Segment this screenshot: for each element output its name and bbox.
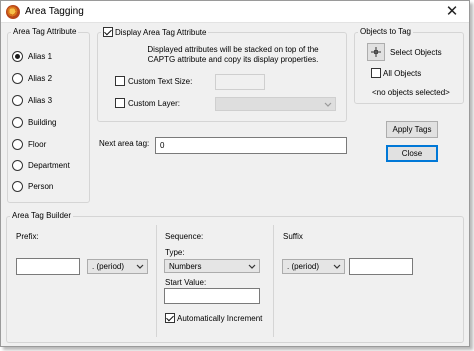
- radio-alias-3-button[interactable]: [12, 95, 23, 106]
- radio-alias-2-label: Alias 2: [28, 74, 53, 83]
- display-attribute-toggle[interactable]: Display Area Tag Attribute: [101, 27, 209, 38]
- custom-text-size-checkbox[interactable]: [115, 76, 125, 86]
- start-value-input[interactable]: [164, 288, 260, 304]
- radio-alias-3-label: Alias 3: [28, 96, 53, 105]
- area-tag-attribute-label: Area Tag Attribute: [11, 27, 79, 37]
- radio-building-label: Building: [28, 118, 57, 127]
- auto-increment-label: Automatically Increment: [177, 314, 263, 323]
- next-area-tag-label: Next area tag:: [99, 139, 150, 148]
- prefix-separator-value: . (period): [92, 262, 125, 271]
- sequence-type-value: Numbers: [169, 262, 202, 271]
- custom-text-size-label: Custom Text Size:: [128, 77, 193, 86]
- auto-increment-checkbox[interactable]: [165, 313, 175, 323]
- crosshair-icon: [371, 47, 381, 57]
- chevron-down-icon: [248, 264, 256, 269]
- apply-tags-button[interactable]: Apply Tags: [386, 121, 438, 138]
- radio-building-button[interactable]: [12, 117, 23, 128]
- suffix-separator-value: . (period): [287, 262, 320, 271]
- objects-status-text: <no objects selected>: [372, 88, 450, 97]
- radio-floor-label: Floor: [28, 140, 47, 149]
- prefix-separator-select[interactable]: . (period): [87, 259, 148, 274]
- window-close-icon[interactable]: ✕: [439, 2, 465, 22]
- radio-floor-button[interactable]: [12, 139, 23, 150]
- radio-alias-1-label: Alias 1: [28, 52, 53, 61]
- start-value-label: Start Value:: [165, 278, 207, 287]
- radio-alias-2-button[interactable]: [12, 73, 23, 84]
- display-attribute-label: Display Area Tag Attribute: [115, 28, 207, 37]
- builder-divider-left: [156, 225, 157, 337]
- custom-text-size-input[interactable]: [215, 74, 265, 90]
- close-button[interactable]: Close: [386, 145, 438, 162]
- display-description: Displayed attributes will be stacked on …: [147, 45, 319, 64]
- radio-alias-1-button[interactable]: [12, 51, 23, 62]
- app-icon: [6, 5, 20, 19]
- chevron-down-icon: [136, 264, 144, 269]
- window-title: Area Tagging: [25, 6, 84, 17]
- radio-department-label: Department: [28, 161, 70, 170]
- title-bar[interactable]: Area Tagging ✕: [1, 1, 469, 23]
- area-tagging-dialog: Area Tagging ✕ Area Tag Attribute Alias …: [0, 0, 470, 347]
- all-objects-checkbox[interactable]: [371, 68, 381, 78]
- area-tag-builder-label: Area Tag Builder: [10, 211, 73, 221]
- prefix-label: Prefix:: [16, 232, 39, 241]
- custom-layer-label: Custom Layer:: [128, 99, 181, 108]
- chevron-down-icon: [333, 264, 341, 269]
- prefix-input[interactable]: [16, 258, 80, 275]
- suffix-label: Suffix: [283, 232, 303, 241]
- next-area-tag-input[interactable]: 0: [155, 137, 347, 154]
- custom-layer-checkbox[interactable]: [115, 98, 125, 108]
- suffix-separator-select[interactable]: . (period): [282, 259, 345, 274]
- sequence-type-label: Type:: [165, 248, 185, 257]
- select-objects-label: Select Objects: [390, 48, 442, 57]
- select-objects-button[interactable]: [367, 43, 385, 61]
- radio-person-label: Person: [28, 182, 54, 191]
- radio-person-button[interactable]: [12, 181, 23, 192]
- radio-department-button[interactable]: [12, 160, 23, 171]
- suffix-input[interactable]: [349, 258, 413, 275]
- sequence-label: Sequence:: [165, 232, 204, 241]
- custom-layer-select[interactable]: [215, 97, 336, 111]
- all-objects-label: All Objects: [383, 69, 422, 78]
- objects-to-tag-label: Objects to Tag: [358, 27, 413, 37]
- builder-divider-right: [273, 225, 274, 337]
- chevron-down-icon: [324, 102, 332, 107]
- display-attribute-checkbox[interactable]: [103, 27, 113, 37]
- sequence-type-select[interactable]: Numbers: [164, 259, 260, 273]
